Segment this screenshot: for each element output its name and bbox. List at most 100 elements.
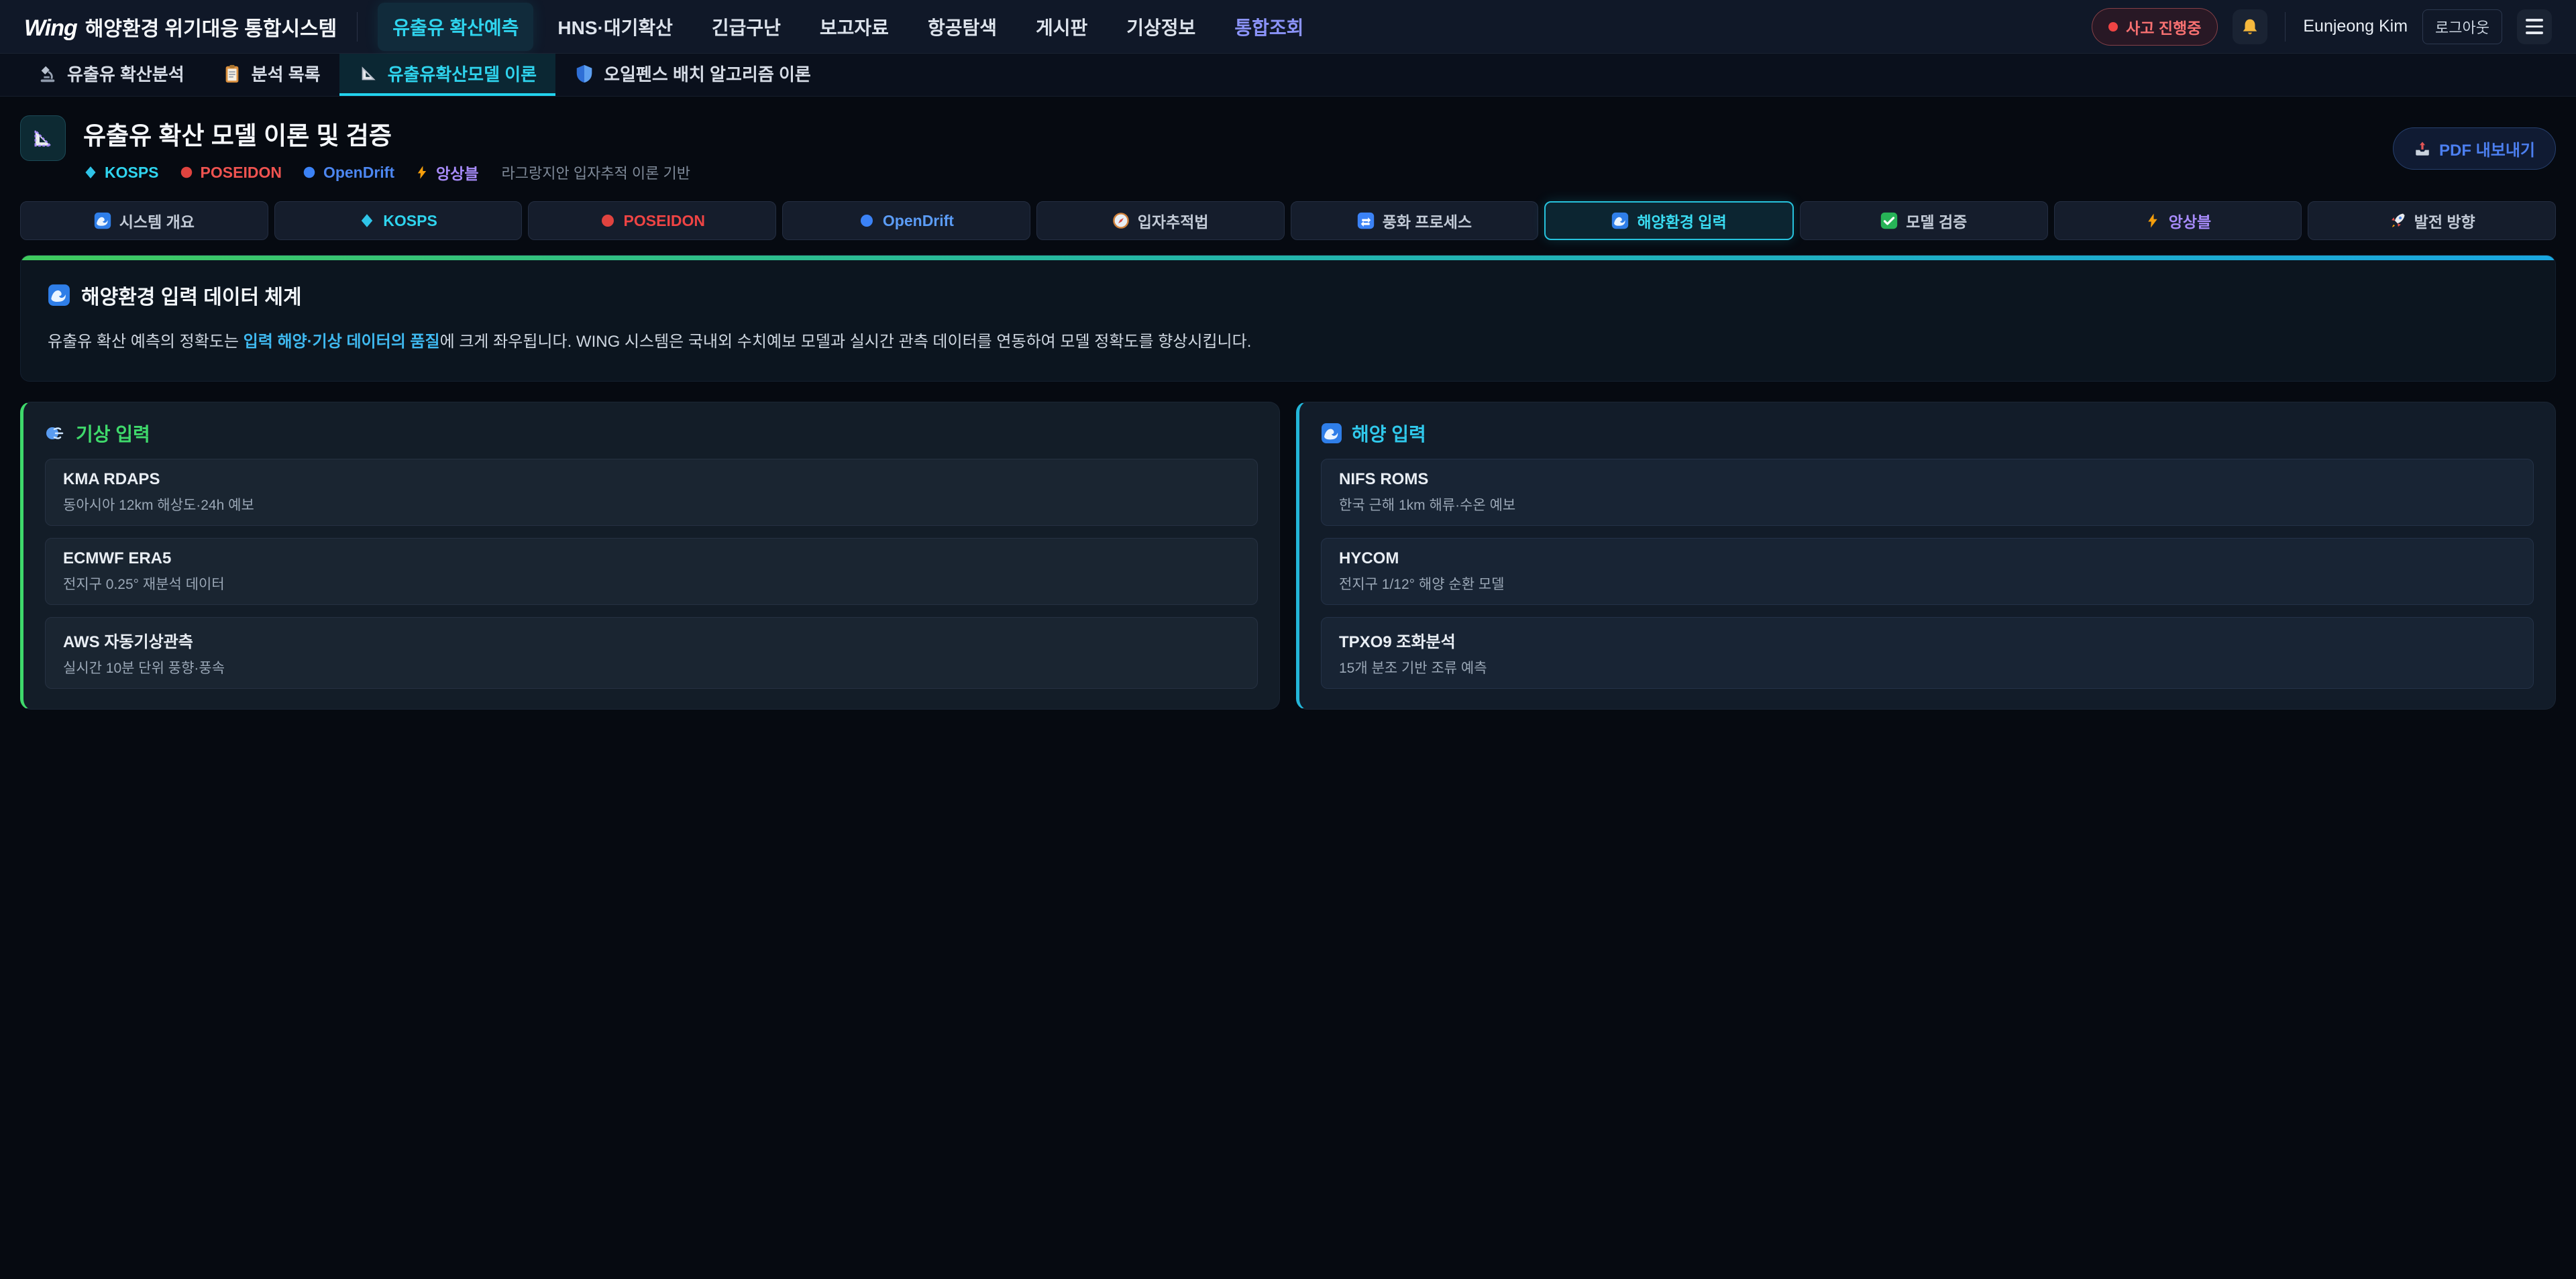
shield-icon <box>574 64 594 84</box>
section-nav: 시스템 개요 KOSPS POSEIDON OpenDrift 입자추적법 풍화… <box>0 197 2576 240</box>
pill-kosps[interactable]: KOSPS <box>274 201 523 240</box>
pill-particle-tracking[interactable]: 입자추적법 <box>1036 201 1285 240</box>
nav-item-integrated-search[interactable]: 통합조회 <box>1220 3 1318 51</box>
list-item[interactable]: NIFS ROMS 한국 근해 1km 해류·수온 예보 <box>1321 459 2534 526</box>
nav-item-reports[interactable]: 보고자료 <box>805 3 904 51</box>
badge-kosps: KOSPS <box>83 164 159 182</box>
app-logo[interactable]: Wing 해양환경 위기대응 통합시스템 <box>24 12 337 42</box>
wave-icon <box>1611 212 1629 229</box>
divider <box>2285 12 2286 42</box>
rocket-icon <box>2389 212 2406 229</box>
hamburger-icon <box>2526 19 2543 34</box>
ocean-card-title: 해양 입력 <box>1321 420 2534 447</box>
item-name: HYCOM <box>1339 549 2516 568</box>
diamond-icon <box>359 213 375 229</box>
divider <box>357 12 358 42</box>
badge-poseidon: POSEIDON <box>179 164 282 182</box>
item-name: TPXO9 조화분석 <box>1339 628 2516 652</box>
item-desc: 동아시아 12km 해상도·24h 예보 <box>63 494 1240 514</box>
pill-future-direction[interactable]: 발전 방향 <box>2308 201 2556 240</box>
badge-opendrift: OpenDrift <box>302 164 394 182</box>
microscope-icon <box>38 64 58 84</box>
pill-model-validation[interactable]: 모델 검증 <box>1800 201 2048 240</box>
wind-face-icon <box>45 423 66 444</box>
ocean-input-card: 해양 입력 NIFS ROMS 한국 근해 1km 해류·수온 예보 HYCOM… <box>1296 402 2556 710</box>
list-item[interactable]: AWS 자동기상관측 실시간 10분 단위 풍향·풍속 <box>45 617 1258 689</box>
repeat-icon <box>1357 212 1375 229</box>
pill-marine-environment-input[interactable]: 해양환경 입력 <box>1544 201 1794 240</box>
input-data-cards: 기상 입력 KMA RDAPS 동아시아 12km 해상도·24h 예보 ECM… <box>0 382 2576 710</box>
item-name: ECMWF ERA5 <box>63 549 1240 568</box>
notifications-button[interactable] <box>2233 9 2267 44</box>
incident-status-badge[interactable]: 사고 진행중 <box>2092 8 2218 46</box>
item-desc: 전지구 0.25° 재분석 데이터 <box>63 573 1240 594</box>
tab-analysis-list[interactable]: 분석 목록 <box>203 54 339 96</box>
topbar: Wing 해양환경 위기대응 통합시스템 유출유 확산예측 HNS·대기확산 긴… <box>0 0 2576 54</box>
tab-label: 유출유 확산분석 <box>67 61 184 86</box>
model-badges: KOSPS POSEIDON OpenDrift 앙상블 라그랑지안 입자추적 … <box>83 161 690 184</box>
tab-label: 오일펜스 배치 알고리즘 이론 <box>604 61 811 86</box>
list-item[interactable]: ECMWF ERA5 전지구 0.25° 재분석 데이터 <box>45 538 1258 605</box>
page-title: 유출유 확산 모델 이론 및 검증 <box>83 115 690 152</box>
bell-icon <box>2240 17 2260 37</box>
lightning-icon <box>415 165 429 180</box>
item-name: KMA RDAPS <box>63 470 1240 489</box>
topbar-right: 사고 진행중 Eunjeong Kim 로그아웃 <box>2092 8 2552 46</box>
page-subtitle: 라그랑지안 입자추적 이론 기반 <box>502 162 690 183</box>
nav-item-emergency-rescue[interactable]: 긴급구난 <box>697 3 796 51</box>
main-nav: 유출유 확산예측 HNS·대기확산 긴급구난 보고자료 항공탐색 게시판 기상정… <box>378 3 1318 51</box>
wave-icon <box>94 212 111 229</box>
item-name: NIFS ROMS <box>1339 470 2516 489</box>
nav-item-aerial-search[interactable]: 항공탐색 <box>913 3 1012 51</box>
item-name: AWS 자동기상관측 <box>63 628 1240 652</box>
nav-item-hns-atmospheric[interactable]: HNS·대기확산 <box>543 3 687 51</box>
tab-oil-fence-algorithm-theory[interactable]: 오일펜스 배치 알고리즘 이론 <box>555 54 830 96</box>
pill-system-overview[interactable]: 시스템 개요 <box>20 201 268 240</box>
nav-item-weather-info[interactable]: 기상정보 <box>1112 3 1210 51</box>
pill-weathering-process[interactable]: 풍화 프로세스 <box>1291 201 1539 240</box>
user-name: Eunjeong Kim <box>2303 17 2408 36</box>
list-item[interactable]: HYCOM 전지구 1/12° 해양 순환 모델 <box>1321 538 2534 605</box>
page-header: 유출유 확산 모델 이론 및 검증 KOSPS POSEIDON OpenDri… <box>0 97 2576 197</box>
nav-item-oil-spill-prediction[interactable]: 유출유 확산예측 <box>378 3 533 51</box>
logout-button[interactable]: 로그아웃 <box>2422 9 2502 44</box>
tab-label: 유출유확산모델 이론 <box>388 61 537 86</box>
clipboard-icon <box>222 64 242 84</box>
nav-item-board[interactable]: 게시판 <box>1021 3 1102 51</box>
item-desc: 실시간 10분 단위 풍향·풍속 <box>63 657 1240 677</box>
menu-button[interactable] <box>2517 9 2552 44</box>
highlighted-phrase: 입력 해양·기상 데이터의 품질 <box>244 333 440 351</box>
pdf-export-label: PDF 내보내기 <box>2439 137 2535 160</box>
export-icon <box>2414 140 2431 158</box>
compass-icon <box>1112 212 1130 229</box>
pill-ensemble[interactable]: 앙상블 <box>2054 201 2302 240</box>
tab-spill-analysis[interactable]: 유출유 확산분석 <box>19 54 203 96</box>
marine-input-banner: 해양환경 입력 데이터 체계 유출유 확산 예측의 정확도는 입력 해양·기상 … <box>20 255 2556 382</box>
weather-input-card: 기상 입력 KMA RDAPS 동아시아 12km 해상도·24h 예보 ECM… <box>20 402 1280 710</box>
incident-badge-label: 사고 진행중 <box>2126 15 2201 38</box>
lightning-icon <box>2145 213 2161 229</box>
wave-icon <box>1321 423 1342 444</box>
pdf-export-button[interactable]: PDF 내보내기 <box>2393 127 2556 170</box>
red-dot-icon <box>2108 22 2118 32</box>
blue-circle-icon <box>302 165 317 180</box>
item-desc: 전지구 1/12° 해양 순환 모델 <box>1339 573 2516 594</box>
wave-icon <box>48 284 70 307</box>
pill-opendrift[interactable]: OpenDrift <box>782 201 1030 240</box>
sub-tabbar: 유출유 확산분석 분석 목록 유출유확산모델 이론 오일펜스 배치 알고리즘 이… <box>0 54 2576 97</box>
pill-poseidon[interactable]: POSEIDON <box>528 201 776 240</box>
banner-title: 해양환경 입력 데이터 체계 <box>48 280 2528 310</box>
logo-wing-mark: Wing <box>24 15 77 42</box>
list-item[interactable]: TPXO9 조화분석 15개 분조 기반 조류 예측 <box>1321 617 2534 689</box>
page-header-texts: 유출유 확산 모델 이론 및 검증 KOSPS POSEIDON OpenDri… <box>83 115 690 184</box>
banner-description: 유출유 확산 예측의 정확도는 입력 해양·기상 데이터의 품질에 크게 좌우됩… <box>48 330 2528 354</box>
red-circle-icon <box>600 213 616 229</box>
item-desc: 한국 근해 1km 해류·수온 예보 <box>1339 494 2516 514</box>
tab-label: 분석 목록 <box>252 61 321 86</box>
diamond-icon <box>83 165 98 180</box>
tab-diffusion-model-theory[interactable]: 유출유확산모델 이론 <box>339 54 556 96</box>
list-item[interactable]: KMA RDAPS 동아시아 12km 해상도·24h 예보 <box>45 459 1258 526</box>
app-title: 해양환경 위기대응 통합시스템 <box>85 12 337 42</box>
red-circle-icon <box>179 165 194 180</box>
blue-circle-icon <box>859 213 875 229</box>
